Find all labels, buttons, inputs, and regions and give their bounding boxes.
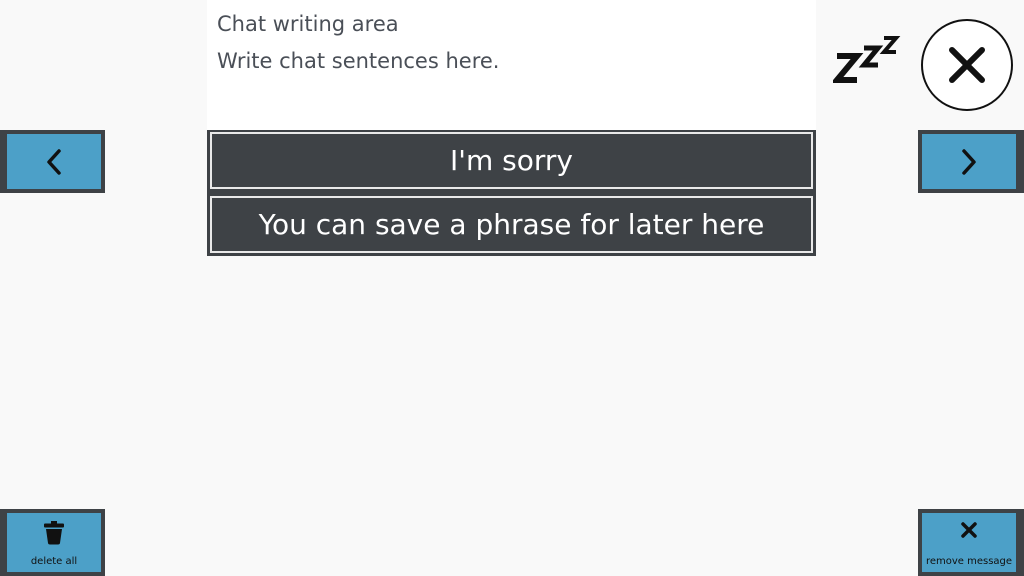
sleep-zzz-icon	[830, 36, 901, 83]
chat-writing-area[interactable]: Chat writing area Write chat sentences h…	[207, 0, 816, 130]
chevron-left-icon	[47, 148, 61, 175]
remove-message-button-face[interactable]: remove message	[922, 513, 1016, 572]
remove-message-button[interactable]: remove message	[918, 509, 1024, 576]
writing-area-title: Chat writing area	[217, 12, 399, 36]
trash-icon	[44, 521, 64, 545]
close-icon	[949, 47, 985, 83]
sleep-button[interactable]	[830, 30, 903, 86]
phrase-button-saved-phrase[interactable]: You can save a phrase for later here	[210, 196, 813, 253]
delete-all-button[interactable]: delete all	[0, 509, 105, 576]
close-icon	[961, 522, 977, 538]
next-button-face[interactable]	[922, 134, 1016, 189]
next-button[interactable]	[918, 130, 1024, 193]
delete-all-button-face[interactable]: delete all	[7, 513, 101, 572]
phrase-button-im-sorry[interactable]: I'm sorry	[210, 132, 813, 189]
chevron-right-icon	[962, 148, 976, 175]
close-button[interactable]	[921, 19, 1013, 111]
remove-message-label: remove message	[925, 556, 1013, 567]
previous-button[interactable]	[0, 130, 105, 193]
previous-button-face[interactable]	[7, 134, 101, 189]
phrase-list: I'm sorry You can save a phrase for late…	[207, 130, 816, 256]
delete-all-label: delete all	[30, 556, 78, 567]
writing-area-hint: Write chat sentences here.	[217, 49, 500, 73]
